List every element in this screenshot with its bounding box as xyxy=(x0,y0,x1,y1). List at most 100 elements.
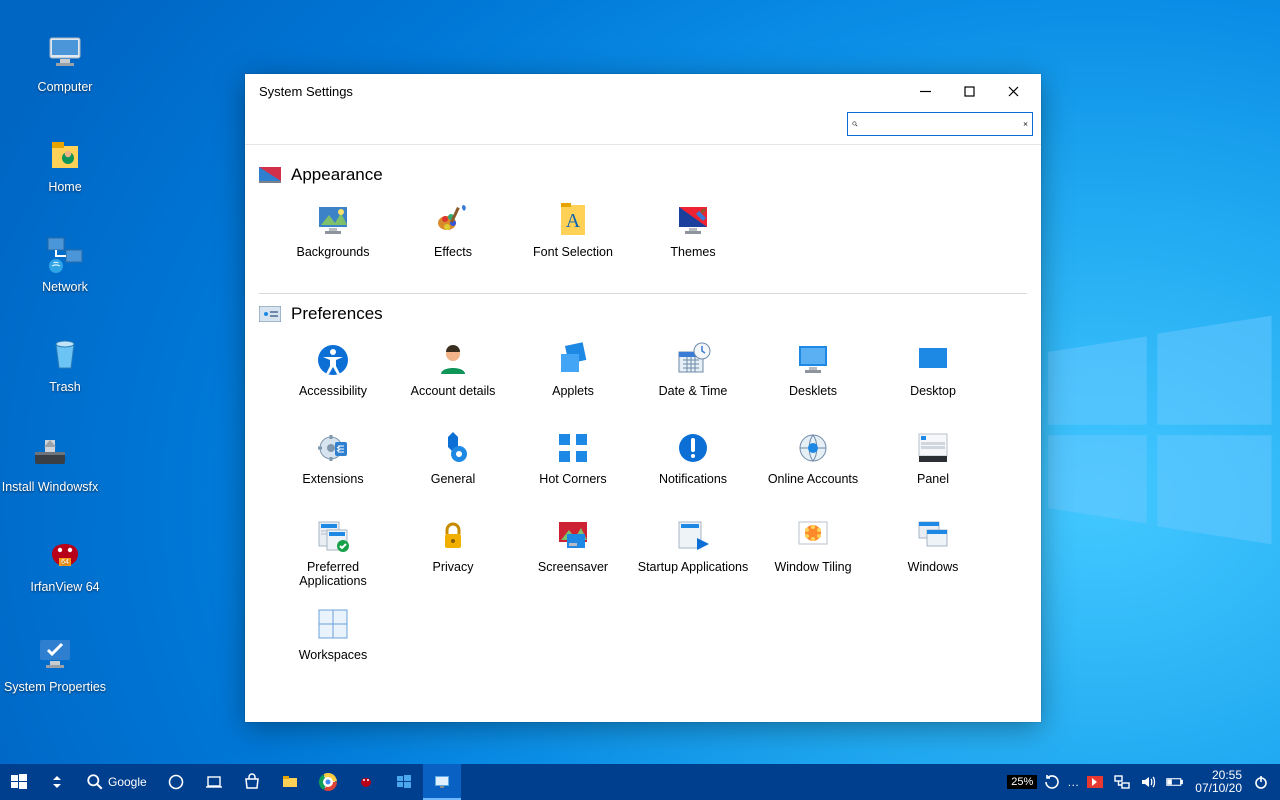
taskbar-app-windows-button[interactable] xyxy=(385,764,423,800)
effects-icon xyxy=(433,201,473,241)
desklets-icon xyxy=(793,340,833,380)
install-windowsfx-icon xyxy=(27,430,73,476)
screensaver-icon xyxy=(553,516,593,556)
taskbar-search-button[interactable]: Google xyxy=(76,764,157,800)
tray-power-icon[interactable] xyxy=(1248,764,1274,800)
settings-item-general[interactable]: General xyxy=(393,424,513,506)
settings-item-online-accounts[interactable]: Online Accounts xyxy=(753,424,873,506)
settings-item-label: Preferred Applications xyxy=(273,560,393,589)
settings-item-label: Privacy xyxy=(393,560,513,574)
svg-text:A: A xyxy=(566,210,581,232)
settings-item-label: Windows xyxy=(873,560,993,574)
taskbar-irfanview-button[interactable] xyxy=(347,764,385,800)
taskbar-store-button[interactable] xyxy=(233,764,271,800)
start-button[interactable] xyxy=(0,764,38,800)
maximize-button[interactable] xyxy=(947,76,991,106)
settings-item-label: Window Tiling xyxy=(753,560,873,574)
home-icon xyxy=(42,130,88,176)
settings-item-hot-corners[interactable]: Hot Corners xyxy=(513,424,633,506)
cortana-button[interactable] xyxy=(157,764,195,800)
settings-item-label: Desktop xyxy=(873,384,993,398)
desktop-icon-install-windowsfx[interactable]: Install Windowsfx xyxy=(0,430,105,494)
settings-item-panel[interactable]: Panel xyxy=(873,424,993,506)
settings-item-account-details[interactable]: Account details xyxy=(393,336,513,418)
settings-item-date-time[interactable]: Date & Time xyxy=(633,336,753,418)
titlebar: System Settings xyxy=(245,74,1041,108)
taskbar-system-settings-button[interactable] xyxy=(423,764,461,800)
battery-percent-badge[interactable]: 25% xyxy=(1007,775,1037,789)
settings-item-label: Extensions xyxy=(273,472,393,486)
tray-ellipsis[interactable]: … xyxy=(1065,775,1081,789)
settings-item-label: Date & Time xyxy=(633,384,753,398)
settings-item-privacy[interactable]: Privacy xyxy=(393,512,513,594)
accessibility-icon xyxy=(313,340,353,380)
window-title: System Settings xyxy=(259,84,353,99)
taskbar-chrome-button[interactable] xyxy=(309,764,347,800)
tray-battery-icon[interactable] xyxy=(1161,764,1189,800)
desktop-icon-computer[interactable]: Computer xyxy=(10,30,120,94)
windows-icon xyxy=(913,516,953,556)
settings-item-label: Accessibility xyxy=(273,384,393,398)
settings-item-label: Hot Corners xyxy=(513,472,633,486)
section-title: Appearance xyxy=(291,165,383,185)
search-box[interactable] xyxy=(847,112,1033,136)
tray-anydesk-icon[interactable] xyxy=(1081,764,1109,800)
settings-item-applets[interactable]: Applets xyxy=(513,336,633,418)
settings-item-label: Effects xyxy=(393,245,513,259)
desktop-icon-label: System Properties xyxy=(0,680,110,694)
settings-item-font-selection[interactable]: A Font Selection xyxy=(513,197,633,279)
computer-icon xyxy=(42,30,88,76)
task-view-button[interactable] xyxy=(195,764,233,800)
settings-item-startup-applications[interactable]: Startup Applications xyxy=(633,512,753,594)
taskbar-expand-button[interactable] xyxy=(38,764,76,800)
taskbar: Google 25% … 20:55 07/10/20 xyxy=(0,764,1280,800)
desktop-icon-trash[interactable]: Trash xyxy=(10,330,120,394)
settings-item-effects[interactable]: Effects xyxy=(393,197,513,279)
settings-item-extensions[interactable]: Extensions xyxy=(273,424,393,506)
settings-item-accessibility[interactable]: Accessibility xyxy=(273,336,393,418)
taskbar-search-label: Google xyxy=(108,775,147,789)
settings-item-backgrounds[interactable]: Backgrounds xyxy=(273,197,393,279)
settings-item-desklets[interactable]: Desklets xyxy=(753,336,873,418)
section-title: Preferences xyxy=(291,304,383,324)
settings-item-label: Desklets xyxy=(753,384,873,398)
taskbar-clock[interactable]: 20:55 07/10/20 xyxy=(1189,769,1248,795)
desktop-icon-label: IrfanView 64 xyxy=(10,580,120,594)
appearance-section-icon xyxy=(259,167,281,183)
irfanview-64-icon: 64 xyxy=(42,530,88,576)
settings-item-preferred-applications[interactable]: Preferred Applications xyxy=(273,512,393,594)
settings-item-themes[interactable]: Themes xyxy=(633,197,753,279)
desktop-icon-network[interactable]: Network xyxy=(10,230,120,294)
tray-volume-icon[interactable] xyxy=(1135,764,1161,800)
account-details-icon xyxy=(433,340,473,380)
settings-item-label: Notifications xyxy=(633,472,753,486)
settings-item-windows[interactable]: Windows xyxy=(873,512,993,594)
privacy-icon xyxy=(433,516,473,556)
settings-item-workspaces[interactable]: Workspaces xyxy=(273,600,393,682)
backgrounds-icon xyxy=(313,201,353,241)
clear-search-icon[interactable] xyxy=(1023,118,1028,130)
settings-item-desktop[interactable]: Desktop xyxy=(873,336,993,418)
taskbar-file-explorer-button[interactable] xyxy=(271,764,309,800)
extensions-icon xyxy=(313,428,353,468)
tray-refresh-icon[interactable] xyxy=(1039,764,1065,800)
general-icon xyxy=(433,428,473,468)
desktop-icon-system-properties[interactable]: System Properties xyxy=(0,630,110,694)
startup-applications-icon xyxy=(673,516,713,556)
settings-item-window-tiling[interactable]: Window Tiling xyxy=(753,512,873,594)
search-input[interactable] xyxy=(862,117,1023,131)
settings-item-label: Themes xyxy=(633,245,753,259)
close-button[interactable] xyxy=(991,76,1035,106)
minimize-button[interactable] xyxy=(903,76,947,106)
search-row xyxy=(245,108,1041,145)
section-grid-preferences: Accessibility Account details Applets Da… xyxy=(259,336,1027,682)
settings-item-notifications[interactable]: Notifications xyxy=(633,424,753,506)
desktop-icon-home[interactable]: Home xyxy=(10,130,120,194)
desktop-icon-irfanview-64[interactable]: 64 IrfanView 64 xyxy=(10,530,120,594)
tray-network-icon[interactable] xyxy=(1109,764,1135,800)
settings-item-label: Applets xyxy=(513,384,633,398)
settings-item-screensaver[interactable]: Screensaver xyxy=(513,512,633,594)
trash-icon xyxy=(42,330,88,376)
system-settings-window: System Settings Appearance Backgrounds E… xyxy=(245,74,1041,722)
section-grid-appearance: Backgrounds EffectsA Font Selection Them… xyxy=(259,197,1027,279)
